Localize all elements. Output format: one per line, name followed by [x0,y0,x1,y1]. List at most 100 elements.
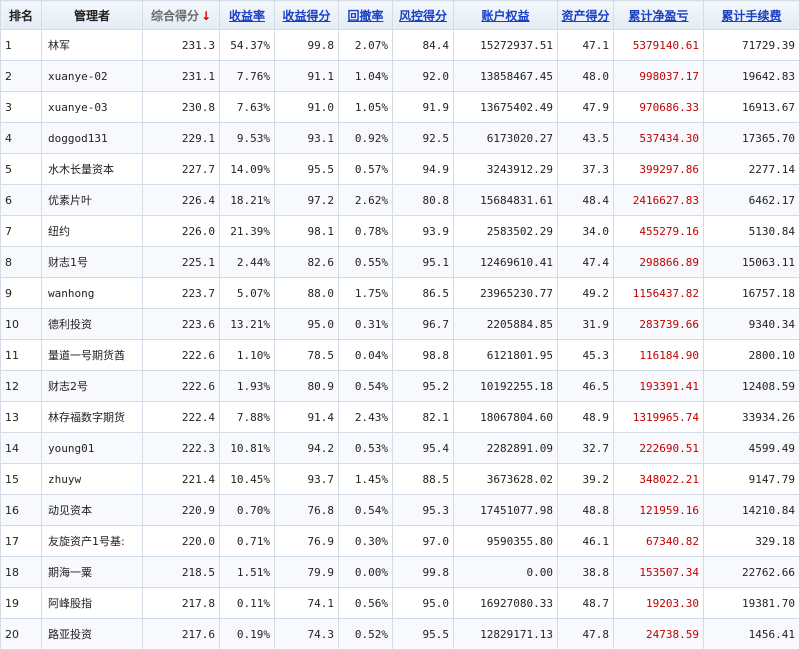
cell-net-pnl: 455279.16 [614,216,704,247]
cell-manager[interactable]: xuanye-02 [42,61,143,92]
cell-manager[interactable]: 友旋资产1号基: [42,526,143,557]
cell-drawdown: 0.53% [339,433,393,464]
cell-manager[interactable]: 林军 [42,30,143,61]
cell-rank: 2 [1,61,42,92]
cell-drawdown: 0.54% [339,371,393,402]
cell-equity: 16927080.33 [454,588,558,619]
cell-score: 218.5 [143,557,220,588]
cell-manager[interactable]: 财志2号 [42,371,143,402]
cell-asset-score: 45.3 [558,340,614,371]
cell-equity: 9590355.80 [454,526,558,557]
cell-score: 223.6 [143,309,220,340]
cell-rank: 20 [1,619,42,650]
cell-risk-score: 95.2 [393,371,454,402]
cell-fees: 19642.83 [704,61,799,92]
cell-manager[interactable]: 动见资本 [42,495,143,526]
cell-rank: 3 [1,92,42,123]
cell-equity: 6121801.95 [454,340,558,371]
cell-drawdown: 0.92% [339,123,393,154]
cell-return-rate: 1.51% [220,557,275,588]
cell-return-score: 80.9 [275,371,339,402]
cell-rank: 19 [1,588,42,619]
cell-drawdown: 1.75% [339,278,393,309]
table-row: 6优素片叶226.418.21%97.22.62%80.815684831.61… [1,185,799,216]
table-row: 14young01222.310.81%94.20.53%95.42282891… [1,433,799,464]
header-score[interactable]: 综合得分↓ [143,1,220,30]
header-fees[interactable]: 累计手续费 [704,1,799,30]
table-row: 11量道一号期货酋222.61.10%78.50.04%98.86121801.… [1,340,799,371]
header-equity[interactable]: 账户权益 [454,1,558,30]
cell-drawdown: 2.07% [339,30,393,61]
cell-manager[interactable]: doggod131 [42,123,143,154]
cell-manager[interactable]: 阿峰股指 [42,588,143,619]
cell-manager[interactable]: young01 [42,433,143,464]
cell-return-rate: 2.44% [220,247,275,278]
cell-manager[interactable]: zhuyw [42,464,143,495]
cell-manager[interactable]: 水木长量资本 [42,154,143,185]
cell-asset-score: 38.8 [558,557,614,588]
header-return-rate[interactable]: 收益率 [220,1,275,30]
cell-return-score: 76.9 [275,526,339,557]
header-return-score[interactable]: 收益得分 [275,1,339,30]
cell-drawdown: 0.30% [339,526,393,557]
cell-score: 222.6 [143,371,220,402]
cell-asset-score: 39.2 [558,464,614,495]
cell-drawdown: 0.78% [339,216,393,247]
cell-asset-score: 46.1 [558,526,614,557]
cell-net-pnl: 24738.59 [614,619,704,650]
cell-manager[interactable]: wanhong [42,278,143,309]
cell-drawdown: 2.62% [339,185,393,216]
cell-manager[interactable]: 德利投资 [42,309,143,340]
cell-risk-score: 96.7 [393,309,454,340]
cell-score: 227.7 [143,154,220,185]
cell-equity: 15272937.51 [454,30,558,61]
cell-asset-score: 47.9 [558,92,614,123]
cell-return-rate: 7.88% [220,402,275,433]
cell-rank: 14 [1,433,42,464]
cell-equity: 2282891.09 [454,433,558,464]
cell-asset-score: 49.2 [558,278,614,309]
cell-manager[interactable]: 优素片叶 [42,185,143,216]
cell-rank: 15 [1,464,42,495]
cell-rank: 16 [1,495,42,526]
cell-manager[interactable]: xuanye-03 [42,92,143,123]
cell-asset-score: 48.0 [558,61,614,92]
cell-manager[interactable]: 量道一号期货酋 [42,340,143,371]
cell-net-pnl: 298866.89 [614,247,704,278]
cell-risk-score: 95.1 [393,247,454,278]
cell-return-score: 91.0 [275,92,339,123]
cell-return-rate: 7.76% [220,61,275,92]
header-asset-score[interactable]: 资产得分 [558,1,614,30]
cell-asset-score: 47.8 [558,619,614,650]
cell-manager[interactable]: 纽约 [42,216,143,247]
header-risk-score[interactable]: 风控得分 [393,1,454,30]
cell-asset-score: 37.3 [558,154,614,185]
cell-equity: 13858467.45 [454,61,558,92]
cell-net-pnl: 399297.86 [614,154,704,185]
cell-asset-score: 31.9 [558,309,614,340]
cell-fees: 2800.10 [704,340,799,371]
cell-manager[interactable]: 财志1号 [42,247,143,278]
cell-fees: 71729.39 [704,30,799,61]
cell-manager[interactable]: 期海一粟 [42,557,143,588]
cell-net-pnl: 970686.33 [614,92,704,123]
cell-return-score: 94.2 [275,433,339,464]
cell-return-score: 82.6 [275,247,339,278]
cell-manager[interactable]: 林存福数字期货 [42,402,143,433]
cell-return-score: 98.1 [275,216,339,247]
cell-return-score: 74.1 [275,588,339,619]
cell-asset-score: 48.9 [558,402,614,433]
cell-asset-score: 46.5 [558,371,614,402]
table-row: 9wanhong223.75.07%88.01.75%86.523965230.… [1,278,799,309]
table-row: 8财志1号225.12.44%82.60.55%95.112469610.414… [1,247,799,278]
header-drawdown[interactable]: 回撤率 [339,1,393,30]
table-row: 17友旋资产1号基:220.00.71%76.90.30%97.09590355… [1,526,799,557]
cell-fees: 14210.84 [704,495,799,526]
cell-net-pnl: 5379140.61 [614,30,704,61]
table-row: 12财志2号222.61.93%80.90.54%95.210192255.18… [1,371,799,402]
sort-down-arrow-icon: ↓ [201,9,211,23]
cell-manager[interactable]: 路亚投资 [42,619,143,650]
cell-return-score: 91.1 [275,61,339,92]
cell-score: 222.4 [143,402,220,433]
header-net-pnl[interactable]: 累计净盈亏 [614,1,704,30]
